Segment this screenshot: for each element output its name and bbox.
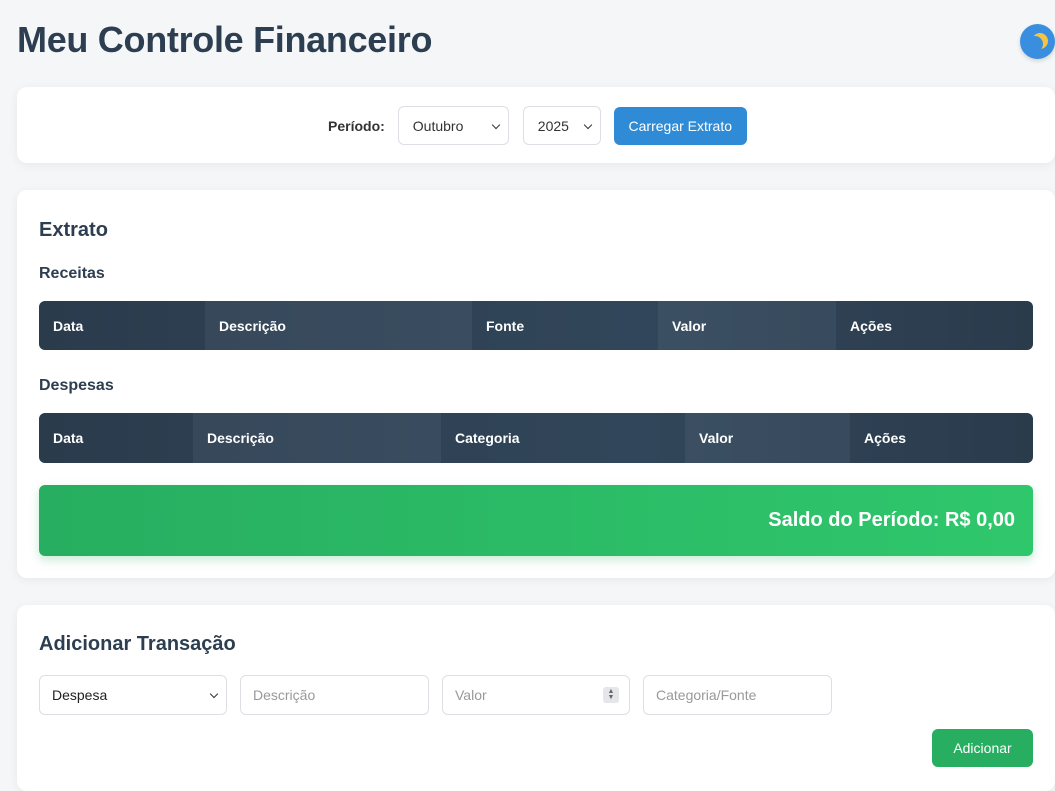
month-select[interactable]: Outubro bbox=[397, 106, 509, 145]
moon-icon bbox=[1027, 36, 1043, 52]
period-card: Período: Outubro 2025 Carregar Extrato bbox=[17, 87, 1055, 163]
expenses-col-category: Categoria bbox=[441, 413, 685, 463]
income-col-actions: Ações bbox=[836, 301, 1033, 350]
expenses-col-date: Data bbox=[39, 413, 193, 463]
chevron-down-icon bbox=[209, 689, 219, 699]
period-controls: Período: Outubro 2025 Carregar Extrato bbox=[328, 106, 747, 145]
month-select-value: Outubro bbox=[412, 117, 464, 134]
extract-card: Extrato Receitas Data Descrição Fonte Va… bbox=[17, 190, 1055, 578]
transaction-type-select[interactable]: Despesa bbox=[39, 675, 227, 715]
load-extract-button[interactable]: Carregar Extrato bbox=[613, 106, 747, 145]
chevron-down-icon bbox=[491, 120, 501, 130]
expenses-table-header: Data Descrição Categoria Valor Ações bbox=[39, 413, 1033, 463]
income-col-value: Valor bbox=[658, 301, 836, 350]
number-spinner-icon[interactable]: ▲ ▼ bbox=[603, 687, 619, 703]
income-table-header: Data Descrição Fonte Valor Ações bbox=[39, 301, 1033, 350]
theme-toggle-button[interactable] bbox=[1020, 24, 1055, 59]
period-label: Período: bbox=[328, 117, 385, 134]
description-input[interactable]: Descrição bbox=[240, 675, 429, 715]
expenses-col-value: Valor bbox=[685, 413, 850, 463]
expenses-col-description: Descrição bbox=[193, 413, 441, 463]
add-button[interactable]: Adicionar bbox=[932, 729, 1033, 767]
income-col-description: Descrição bbox=[205, 301, 472, 350]
add-transaction-title: Adicionar Transação bbox=[39, 633, 236, 655]
value-input[interactable]: Valor ▲ ▼ bbox=[442, 675, 630, 715]
income-title: Receitas bbox=[39, 265, 105, 282]
expenses-title: Despesas bbox=[39, 377, 114, 394]
year-select[interactable]: 2025 bbox=[522, 106, 601, 145]
year-select-value: 2025 bbox=[537, 117, 569, 134]
expenses-col-actions: Ações bbox=[850, 413, 1033, 463]
chevron-down-icon bbox=[583, 120, 593, 130]
category-placeholder: Categoria/Fonte bbox=[656, 687, 757, 703]
extract-title: Extrato bbox=[39, 219, 108, 241]
value-placeholder: Valor bbox=[455, 687, 487, 703]
transaction-type-value: Despesa bbox=[52, 687, 108, 703]
income-col-date: Data bbox=[39, 301, 205, 350]
period-balance: Saldo do Período: R$ 0,00 bbox=[39, 485, 1033, 556]
add-transaction-card: Adicionar Transação Despesa Descrição Va… bbox=[17, 605, 1055, 791]
page-title: Meu Controle Financeiro bbox=[17, 19, 433, 60]
income-col-source: Fonte bbox=[472, 301, 658, 350]
category-input[interactable]: Categoria/Fonte bbox=[643, 675, 832, 715]
description-placeholder: Descrição bbox=[253, 687, 316, 703]
